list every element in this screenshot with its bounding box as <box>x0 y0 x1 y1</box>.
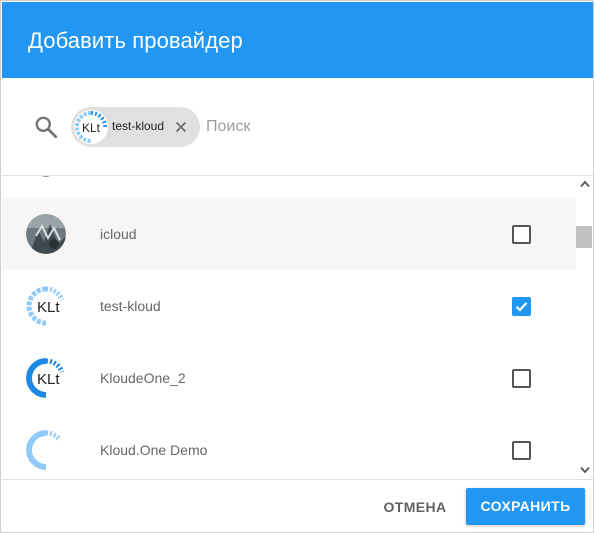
dialog-header: Добавить провайдер <box>2 2 593 78</box>
save-button[interactable]: СОХРАНИТЬ <box>466 488 585 525</box>
list-item-kloudeone-2[interactable]: KLt KloudeOne_2 <box>2 342 576 414</box>
kloud-logo-icon: KLt <box>74 110 108 144</box>
selected-provider-chip[interactable]: KLt test-kloud <box>71 107 200 147</box>
provider-checkbox[interactable] <box>512 441 531 460</box>
search-icon <box>35 116 58 139</box>
search-bar: KLt test-kloud <box>2 78 593 176</box>
provider-checkbox[interactable] <box>512 369 531 388</box>
dialog-title: Добавить провайдер <box>28 28 243 53</box>
chevron-up-icon[interactable] <box>580 180 590 188</box>
list-item-test-kloud[interactable]: KLt test-kloud <box>2 270 576 342</box>
provider-photo-icon <box>26 214 66 254</box>
provider-checkbox[interactable] <box>512 225 531 244</box>
chip-label: test-kloud <box>112 119 165 133</box>
close-icon[interactable] <box>173 119 189 135</box>
list-item-kloud-one-demo[interactable]: Kloud.One Demo <box>2 414 576 479</box>
dialog-footer: ОТМЕНА СОХРАНИТЬ <box>2 479 593 532</box>
avatar-text: KLt <box>37 299 60 316</box>
provider-logo-icon <box>33 176 59 181</box>
check-icon <box>515 302 528 312</box>
list-scrollbar[interactable] <box>576 176 593 479</box>
provider-name: Kloud.One Demo <box>100 442 208 458</box>
chevron-down-icon[interactable] <box>580 466 590 474</box>
list-item[interactable] <box>2 176 576 198</box>
provider-name: test-kloud <box>100 298 161 314</box>
provider-name: icloud <box>100 226 137 242</box>
provider-name: KloudeOne_2 <box>100 370 186 386</box>
cancel-button[interactable]: ОТМЕНА <box>372 489 458 525</box>
provider-checkbox-checked[interactable] <box>512 297 531 316</box>
scrollbar-thumb[interactable] <box>576 226 592 248</box>
list-item-icloud[interactable]: icloud <box>2 198 576 270</box>
provider-list: icloud KLt test-kloud KLt KloudeOne_2 Kl… <box>2 176 576 479</box>
kloud-logo-icon: KLt <box>26 358 65 398</box>
add-provider-dialog: Добавить провайдер KLt test-kloud Поиск … <box>0 0 594 533</box>
chip-avatar-text: KLt <box>82 121 101 135</box>
kloud-logo-icon: KLt <box>26 286 65 326</box>
kloud-logo-icon <box>26 430 65 470</box>
search-input[interactable] <box>206 114 406 140</box>
avatar-text: KLt <box>37 371 60 388</box>
